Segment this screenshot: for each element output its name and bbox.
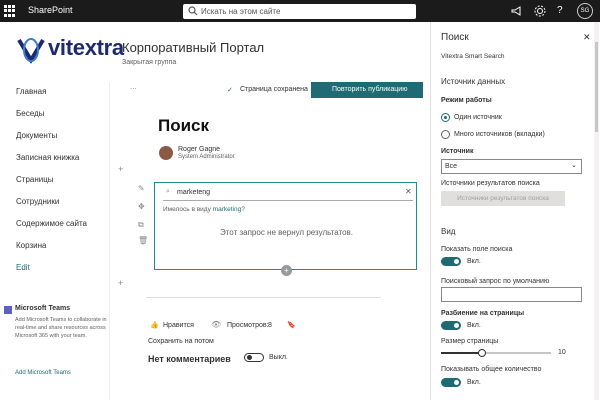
show-search-state: Вкл.: [467, 258, 481, 265]
search-icon: ⌕: [166, 188, 170, 195]
more-options-button[interactable]: ...: [130, 82, 137, 91]
command-bar: ... ✓ Страница сохранена Повторить публи…: [110, 82, 430, 100]
results-source-button[interactable]: Источники результатов поиска: [441, 191, 565, 206]
page-size-label: Размер страницы: [441, 338, 499, 345]
logo-icon: [17, 38, 45, 64]
pane-title: Поиск: [441, 32, 469, 43]
page-title: Поиск: [158, 116, 210, 135]
edit-webpart-icon[interactable]: ✎: [138, 184, 145, 193]
show-total-state: Вкл.: [467, 379, 481, 386]
delete-webpart-icon[interactable]: 🗑: [138, 236, 148, 245]
show-total-toggle[interactable]: [441, 378, 461, 387]
pane-scrollbar[interactable]: [594, 22, 599, 400]
default-query-label: Поисковый запрос по умолчанию: [441, 278, 550, 285]
show-total-label: Показывать общее количество: [441, 366, 542, 373]
saved-status: Страница сохранена: [240, 86, 308, 93]
site-subtitle: Закрытая группа: [122, 59, 177, 66]
nav-item-site-contents[interactable]: Содержимое сайта: [16, 219, 87, 228]
like-icon[interactable]: 👍: [150, 321, 159, 329]
add-section-icon-bottom[interactable]: +: [118, 278, 123, 288]
eye-icon: 👁: [211, 320, 222, 329]
teams-icon: [4, 306, 12, 314]
paging-state: Вкл.: [467, 322, 481, 329]
no-results-message: Этот запрос не вернул результатов.: [219, 228, 353, 237]
megaphone-icon[interactable]: [510, 5, 522, 17]
clear-icon[interactable]: ✕: [405, 187, 412, 196]
property-pane: Поиск ✕ Vitextra Smart Search Источник д…: [430, 22, 600, 400]
default-query-input[interactable]: [441, 287, 582, 302]
page-canvas: ... ✓ Страница сохранена Повторить публи…: [110, 82, 430, 400]
suggestion-link[interactable]: marketing: [213, 206, 242, 213]
mode-multi-radio[interactable]: [441, 130, 450, 139]
show-search-label: Показать поле поиска: [441, 246, 513, 253]
mode-multi-label[interactable]: Много источников (вкладки): [454, 131, 545, 138]
comments-toggle[interactable]: [244, 353, 264, 362]
author-role: System Administrator: [178, 154, 235, 160]
nav-item-documents[interactable]: Документы: [16, 131, 57, 140]
nav-item-recycle-bin[interactable]: Корзина: [16, 241, 46, 250]
republish-button[interactable]: Повторить публикацию: [311, 82, 423, 98]
left-nav: Главная Беседы Документы Записная книжка…: [0, 82, 110, 400]
nav-item-pages[interactable]: Страницы: [16, 175, 54, 184]
site-header: vitextra Корпоративный Портал Закрытая г…: [0, 22, 430, 82]
app-name[interactable]: SharePoint: [28, 5, 73, 15]
chevron-down-icon: ⌄: [571, 162, 577, 169]
teams-text: Add Microsoft Teams to collaborate in re…: [15, 317, 107, 339]
teams-title: Microsoft Teams: [15, 305, 71, 312]
views-label: Просмотров:: [227, 322, 269, 329]
like-button[interactable]: Нравится: [163, 322, 194, 329]
source-heading: Источник данных: [441, 77, 506, 86]
suite-bar: SharePoint Искать на этом сайте ? SG: [0, 0, 600, 22]
webpart-search-input[interactable]: ⌕ marketeng ✕: [163, 187, 413, 201]
site-title[interactable]: Корпоративный Портал: [122, 40, 264, 55]
bookmark-icon[interactable]: 🔖: [287, 321, 296, 329]
nav-item-home[interactable]: Главная: [16, 87, 46, 96]
nav-item-employees[interactable]: Сотрудники: [16, 197, 59, 206]
paging-toggle[interactable]: [441, 321, 461, 330]
results-source-label: Источники результатов поиска: [441, 180, 540, 187]
check-icon: ✓: [227, 87, 233, 94]
divider: [146, 297, 381, 298]
view-heading: Вид: [441, 227, 456, 236]
avatar[interactable]: SG: [577, 3, 593, 19]
source-dropdown[interactable]: Все: [441, 159, 582, 174]
add-webpart-icon[interactable]: +: [281, 265, 292, 276]
logo-text: vitextra: [48, 35, 124, 60]
author-name[interactable]: Roger Gagne: [178, 146, 220, 153]
add-section-icon[interactable]: +: [118, 164, 123, 174]
page-size-value: 10: [558, 349, 566, 356]
source-label: Источник: [441, 148, 474, 155]
did-you-mean-label: Имелось в виду: [163, 206, 211, 213]
duplicate-webpart-icon[interactable]: ⧉: [138, 220, 144, 230]
move-webpart-icon[interactable]: ✥: [138, 202, 145, 211]
search-icon: [188, 6, 198, 16]
mode-single-radio[interactable]: [441, 113, 450, 122]
views-count: 8: [268, 322, 272, 329]
mode-single-label[interactable]: Один источник: [454, 114, 502, 121]
save-for-later[interactable]: Сохранить на потом: [148, 338, 214, 345]
author-photo: [159, 146, 173, 160]
teams-link[interactable]: Add Microsoft Teams: [15, 370, 71, 376]
nav-item-conversations[interactable]: Беседы: [16, 109, 44, 118]
pane-subtitle: Vitextra Smart Search: [441, 53, 505, 60]
app-launcher-icon[interactable]: [4, 5, 16, 17]
nav-edit-link[interactable]: Edit: [16, 263, 30, 272]
search-input[interactable]: Искать на этом сайте: [183, 4, 416, 19]
comments-title: Нет комментариев: [148, 354, 231, 364]
gear-icon[interactable]: [534, 5, 546, 17]
comments-toggle-label: Выкл.: [269, 354, 288, 361]
page-size-slider[interactable]: [441, 349, 551, 357]
teams-promo: Microsoft Teams Add Microsoft Teams to c…: [0, 300, 110, 390]
show-search-toggle[interactable]: [441, 257, 461, 266]
search-webpart: ⌕ marketeng ✕ Имелось в виду marketing? …: [154, 182, 417, 276]
close-icon[interactable]: ✕: [583, 32, 591, 43]
paging-label: Разбиение на страницы: [441, 310, 525, 317]
webpart-query: marketeng: [177, 189, 211, 196]
did-you-mean-text: Имелось в виду marketing?: [163, 206, 245, 213]
help-icon[interactable]: ?: [557, 5, 569, 17]
mode-label: Режим работы: [441, 97, 492, 104]
nav-item-notebook[interactable]: Записная книжка: [16, 153, 79, 162]
